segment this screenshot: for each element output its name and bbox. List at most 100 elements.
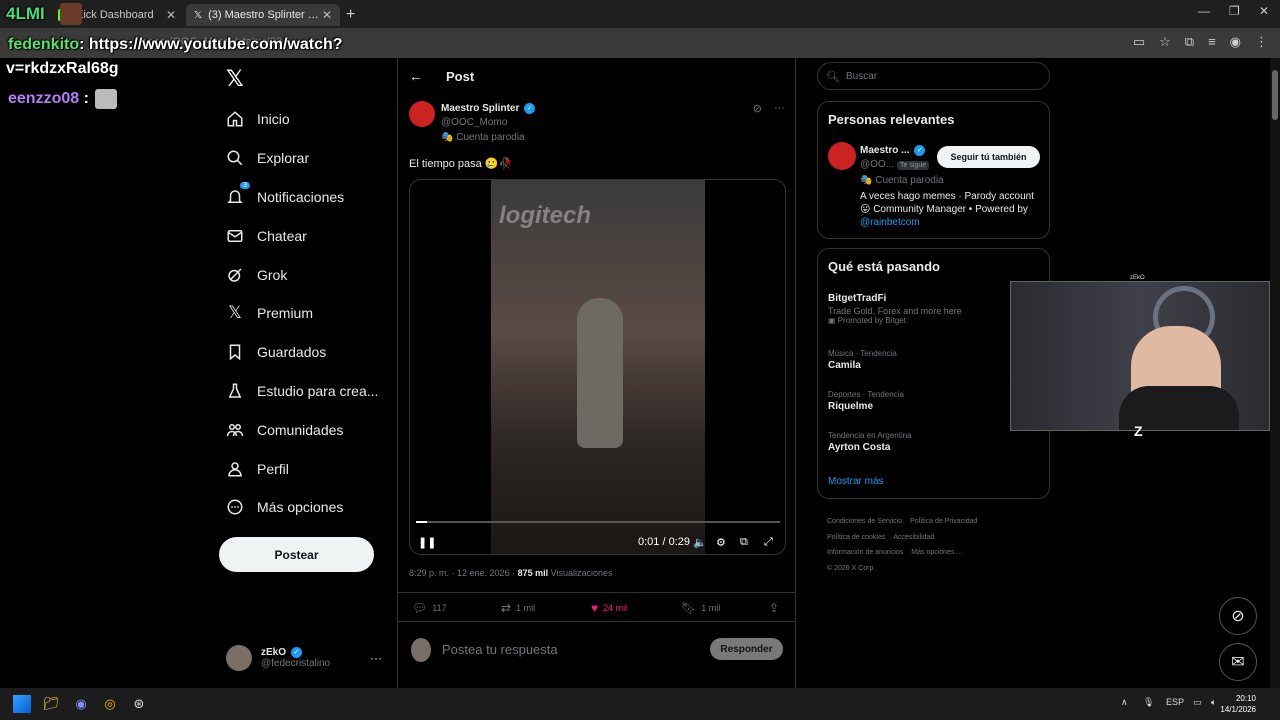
reply-input[interactable] xyxy=(442,642,702,657)
pip-icon[interactable]: ⧉ xyxy=(740,536,748,549)
trend-item[interactable]: Deportes · Tendencia Riquelme xyxy=(828,390,904,412)
nav-label: Estudio para crea... xyxy=(257,382,379,399)
video-progress-bar[interactable] xyxy=(416,521,780,523)
bookmark-action[interactable]: 🔖︎ 1 mil xyxy=(681,601,720,615)
network-icon[interactable]: ▭ xyxy=(1193,697,1202,708)
nav-item-grok[interactable]: Grok xyxy=(224,255,394,294)
more-icon[interactable]: ··· xyxy=(774,102,785,115)
new-tab-icon[interactable]: + xyxy=(346,6,355,24)
trend-item[interactable]: BitgetTradFi Trade Gold, Forex and more … xyxy=(828,291,962,325)
show-more-link[interactable]: Mostrar más xyxy=(828,476,884,487)
author-name[interactable]: Maestro Splinter ✓ xyxy=(441,103,536,114)
system-clock[interactable]: 20:10 14/1/2026 xyxy=(1220,693,1256,715)
minimize-icon[interactable]: — xyxy=(1198,4,1210,18)
tray-expand-icon[interactable]: ∧ xyxy=(1121,697,1128,708)
windows-taskbar: 📁︎ ◉ ◎ ⊛ ∧ 🎙︎ ESP ▭ 🔈︎ 20:10 14/1/2026 xyxy=(0,688,1280,720)
nav-item-premium[interactable]: 𝕏 Premium xyxy=(224,294,394,333)
nav-item-estudio[interactable]: Estudio para crea... xyxy=(224,372,394,411)
reply-action[interactable]: 💬︎ 117 xyxy=(412,601,447,615)
nav-label: Chatear xyxy=(257,227,307,244)
volume-icon[interactable]: 🔈 xyxy=(693,536,707,549)
trend-item[interactable]: Tendencia en Argentina Ayrton Costa xyxy=(828,431,912,453)
footer-link[interactable]: Accesibilidad xyxy=(893,534,934,541)
nav-item-guardados[interactable]: Guardados xyxy=(224,333,394,372)
footer-link[interactable]: Política de Privacidad xyxy=(910,518,977,525)
folder-icon[interactable]: 📁︎ xyxy=(42,695,60,713)
language-indicator[interactable]: ESP xyxy=(1166,697,1184,707)
footer-link[interactable]: Política de cookies xyxy=(827,534,885,541)
media-icon[interactable]: ≡ xyxy=(1208,34,1216,50)
extensions-icon[interactable]: ⧉ xyxy=(1185,34,1194,50)
speaker-icon[interactable]: 🔈︎ xyxy=(1211,697,1216,708)
avatar xyxy=(411,638,431,662)
video-frame[interactable]: logitech xyxy=(491,180,705,554)
star-icon[interactable]: ☆ xyxy=(1159,34,1171,50)
discord-icon[interactable]: ◉ xyxy=(72,695,90,713)
restore-icon[interactable]: ❐ xyxy=(1229,4,1240,18)
x-icon: 𝕏 xyxy=(228,303,242,323)
bio-link[interactable]: @rainbetcom xyxy=(860,217,920,228)
toolbar-icons: ▭ ☆ ⧉ ≡ ◉ ⋮ xyxy=(1133,34,1268,50)
page-scrollbar[interactable] xyxy=(1270,58,1280,688)
repost-action[interactable]: ⇄ 1 mil xyxy=(501,601,535,615)
window-close-icon[interactable]: ✕ xyxy=(1259,4,1269,18)
footer-link[interactable]: Información de anuncios xyxy=(827,549,903,556)
post-timestamp[interactable]: 8:29 p. m. · 12 ene. 2026 · xyxy=(409,568,518,578)
bell-icon: 3 xyxy=(224,181,250,208)
account-name: zEkO ✓ xyxy=(261,646,330,658)
trend-item[interactable]: Música · Tendencia Camila xyxy=(828,349,897,371)
close-icon[interactable]: ✕ xyxy=(322,8,332,22)
account-switcher[interactable]: zEkO ✓ @fedecristalino ··· xyxy=(226,643,386,673)
nav-item-explorar[interactable]: Explorar xyxy=(224,139,394,178)
relevant-name[interactable]: Maestro ... ✓ xyxy=(860,145,926,156)
settings-icon[interactable]: ⚙ xyxy=(716,536,726,549)
tab-x-post[interactable]: 𝕏 (3) Maestro Splinter en X: "El tiempo … xyxy=(186,4,340,26)
grok-icon[interactable]: ⊘ xyxy=(753,102,762,115)
video-player[interactable]: logitech ❚❚ 0:01 / 0:29 🔈 ⚙ ⧉ ⤢ xyxy=(409,179,786,555)
back-arrow-icon[interactable]: ← xyxy=(409,68,423,84)
nav-item-notificaciones[interactable]: 3 Notificaciones xyxy=(224,178,394,217)
search-input[interactable] xyxy=(845,70,1026,82)
x-logo-icon[interactable]: 𝕏 xyxy=(226,66,244,92)
reply-button[interactable]: Responder xyxy=(710,638,783,660)
nav-item-mas-opciones[interactable]: Más opciones xyxy=(224,488,394,527)
share-action[interactable]: ⇪ xyxy=(769,601,779,615)
mic-icon[interactable]: 🎙︎ xyxy=(1143,697,1154,708)
messages-fab-button[interactable]: ✉ xyxy=(1219,643,1257,681)
scrollbar-thumb[interactable] xyxy=(1272,70,1278,120)
fullscreen-icon[interactable]: ⤢ xyxy=(764,536,773,549)
mail-icon xyxy=(224,225,246,247)
like-action[interactable]: ♥ 24 mil xyxy=(591,601,627,615)
notification-badge: 3 xyxy=(240,181,250,189)
nav-item-comunidades[interactable]: Comunidades xyxy=(224,410,394,449)
post-header: ← Post xyxy=(398,58,795,96)
profile-icon[interactable]: ◉ xyxy=(1230,34,1241,50)
parody-label: 🎭 Cuenta parodia xyxy=(441,132,525,143)
chrome-icon[interactable]: ◎ xyxy=(101,695,119,713)
footer-link[interactable]: Condiciones de Servicio xyxy=(827,518,902,525)
page-title: Post xyxy=(446,69,475,84)
pause-icon[interactable]: ❚❚ xyxy=(418,536,436,549)
follow-back-button[interactable]: Seguir tú también xyxy=(937,146,1040,168)
nav-label: Inicio xyxy=(257,111,290,128)
obs-icon[interactable]: ⊛ xyxy=(130,695,148,713)
grok-fab-button[interactable]: ⊘ xyxy=(1219,597,1257,635)
nav-item-perfil[interactable]: Perfil xyxy=(224,449,394,488)
avatar[interactable] xyxy=(828,142,856,170)
search-box[interactable]: 🔍︎ xyxy=(817,62,1050,90)
nav-item-inicio[interactable]: Inicio xyxy=(224,100,394,139)
post-metadata: 8:29 p. m. · 12 ene. 2026 · 875 mil Visu… xyxy=(409,568,612,578)
more-icon[interactable]: ··· xyxy=(370,651,382,665)
post-button[interactable]: Postear xyxy=(219,537,374,572)
author-avatar[interactable] xyxy=(409,101,435,127)
footer-link[interactable]: Más opciones ... xyxy=(911,549,962,556)
nav-item-chatear[interactable]: Chatear xyxy=(224,216,394,255)
menu-icon[interactable]: ⋮ xyxy=(1255,34,1268,50)
post-text: El tiempo pasa 🥲🥀 xyxy=(409,158,513,170)
author-handle[interactable]: @OOC_Momo xyxy=(441,117,507,128)
windows-start-icon[interactable] xyxy=(13,695,31,713)
flask-icon xyxy=(224,380,246,402)
grok-icon: ⊘ xyxy=(1231,608,1245,625)
close-icon[interactable]: ✕ xyxy=(166,8,176,22)
cast-icon[interactable]: ▭ xyxy=(1133,34,1145,50)
